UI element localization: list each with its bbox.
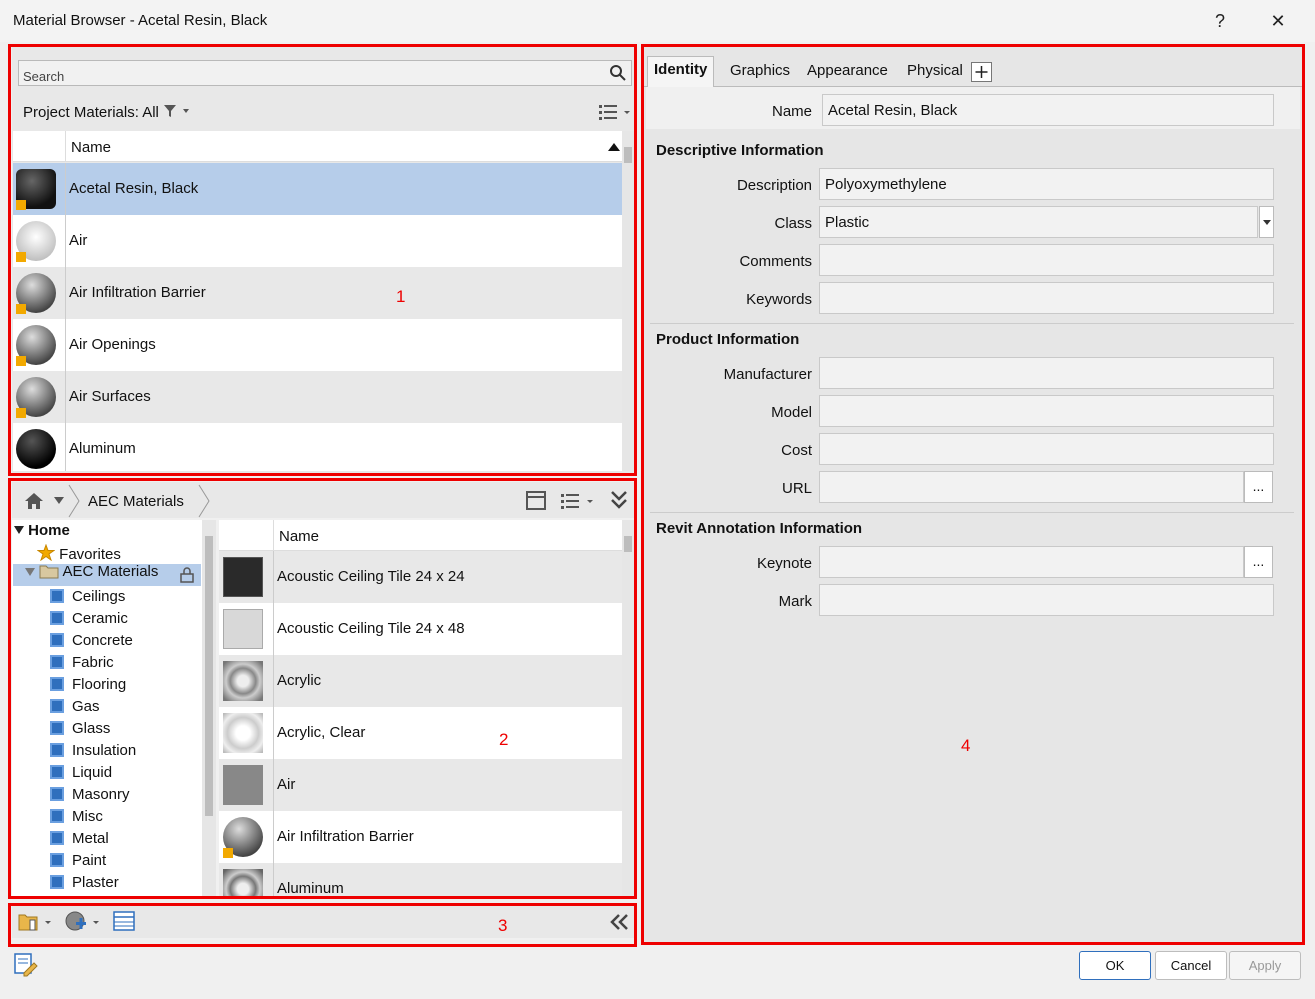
annotation-number-1: 1 (396, 287, 406, 306)
annotation-box-3 (8, 903, 637, 947)
annotation-box-4 (641, 44, 1305, 945)
annotation-number-4: 4 (961, 736, 971, 755)
window-title: Material Browser - Acetal Resin, Black (13, 12, 268, 29)
annotation-box-1 (8, 44, 637, 476)
close-button[interactable]: ✕ (1255, 6, 1301, 36)
ok-button[interactable]: OK (1079, 951, 1151, 980)
annotation-number-2: 2 (499, 730, 509, 749)
annotation-number-3: 3 (498, 916, 508, 935)
annotation-box-2 (8, 478, 637, 899)
apply-button[interactable]: Apply (1229, 951, 1301, 980)
help-button[interactable]: ? (1197, 6, 1243, 36)
material-editor-icon[interactable] (14, 953, 38, 977)
cancel-button[interactable]: Cancel (1155, 951, 1227, 980)
